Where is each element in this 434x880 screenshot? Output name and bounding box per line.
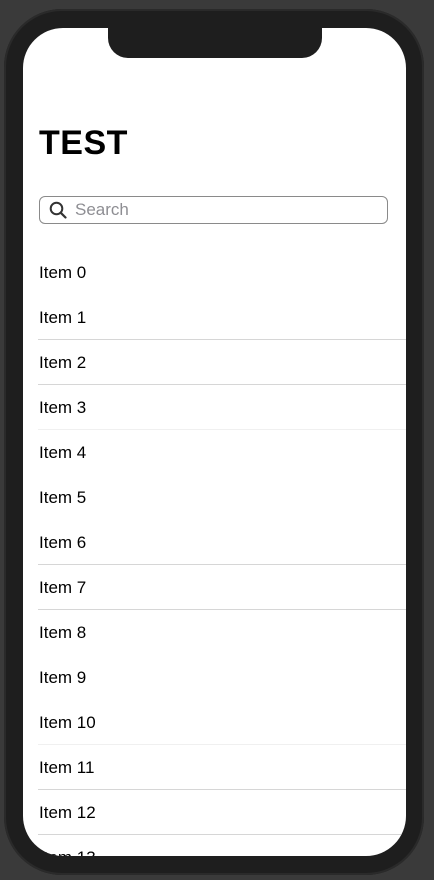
list-item[interactable]: Item 2 bbox=[23, 340, 406, 385]
item-list: Item 0 Item 1 Item 2 Item 3 Item 4 Item … bbox=[23, 250, 406, 856]
list-item[interactable]: Item 1 bbox=[23, 295, 406, 340]
list-item[interactable]: Item 13 bbox=[23, 835, 406, 857]
list-item-label: Item 5 bbox=[39, 487, 87, 507]
list-item-label: Item 12 bbox=[39, 802, 96, 822]
device-notch bbox=[108, 28, 322, 58]
list-item[interactable]: Item 12 bbox=[23, 790, 406, 835]
phone-screen: TEST Search Item 0 Item 1 Item 2 Item 3 … bbox=[23, 28, 406, 856]
list-item-label: Item 0 bbox=[39, 262, 87, 282]
list-item-label: Item 8 bbox=[39, 622, 87, 642]
list-item[interactable]: Item 3 bbox=[23, 385, 406, 430]
list-item[interactable]: Item 5 bbox=[23, 475, 406, 520]
list-item-label: Item 1 bbox=[39, 307, 87, 327]
search-icon bbox=[49, 201, 67, 219]
search-placeholder: Search bbox=[75, 200, 129, 219]
list-item-label: Item 9 bbox=[39, 667, 87, 687]
list-item-label: Item 3 bbox=[39, 397, 87, 417]
list-item-label: Item 2 bbox=[39, 352, 87, 372]
page-title: TEST bbox=[39, 124, 128, 162]
list-item-label: Item 10 bbox=[39, 712, 96, 732]
list-item[interactable]: Item 9 bbox=[23, 655, 406, 700]
phone-frame: TEST Search Item 0 Item 1 Item 2 Item 3 … bbox=[4, 9, 424, 875]
list-item-label: Item 11 bbox=[39, 757, 95, 777]
list-item[interactable]: Item 6 bbox=[23, 520, 406, 565]
list-item-label: Item 6 bbox=[39, 532, 87, 552]
list-item[interactable]: Item 7 bbox=[23, 565, 406, 610]
list-item[interactable]: Item 10 bbox=[23, 700, 406, 745]
search-field[interactable]: Search bbox=[39, 196, 388, 224]
list-item[interactable]: Item 11 bbox=[23, 745, 406, 790]
list-item[interactable]: Item 0 bbox=[23, 250, 406, 295]
list-item-label: Item 13 bbox=[39, 848, 96, 857]
list-item[interactable]: Item 4 bbox=[23, 430, 406, 475]
list-item[interactable]: Item 8 bbox=[23, 610, 406, 655]
list-item-label: Item 7 bbox=[39, 577, 87, 597]
list-item-label: Item 4 bbox=[39, 442, 87, 462]
